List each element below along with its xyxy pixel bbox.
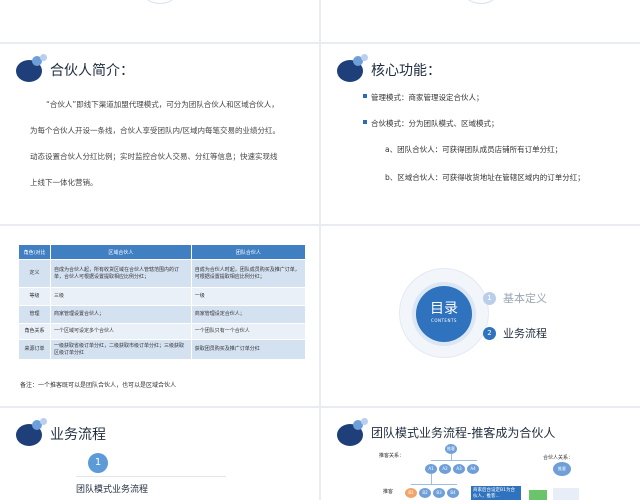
intro-paragraph: 为每个合伙人开设一条线，合伙人享受团队内/区域内每笔交易的业绩分红。 (30, 126, 281, 135)
slide-title: 核心功能： (371, 63, 441, 79)
step-title: 团队模式业务流程 (76, 485, 149, 495)
table-row: 角色关系 一个区域可设定多个合伙人 一个团队只有一个合伙人 (18, 323, 307, 340)
slide-title: 团队模式业务流程-推客成为合伙人 (371, 426, 556, 440)
flow-node-a2: A2 (439, 464, 451, 474)
table-cell: 获取团员购买及推广订单分红 (190, 339, 307, 360)
connector-line (411, 484, 457, 485)
slide-top-left (0, 0, 319, 42)
list-item: 管理模式：商家管理设定合伙人； (363, 92, 633, 103)
sub-item: b、区域合伙人：可获得收货地址在管辖区域内的订单分红； (385, 173, 585, 182)
step-number-badge: 1 (88, 453, 108, 473)
flow-node-a3: A3 (453, 464, 465, 474)
comparison-table: 角色\对比 区域合伙人 团队合伙人 定义 自成为合伙人起，所有收货区域在合伙人管… (18, 244, 307, 360)
sub-item: a、团队合伙人：可获得团队成员店铺所有订单分红； (385, 145, 563, 154)
table-cell: 自成为合伙人起，所有收货区域在合伙人管辖范围内的订单，合伙人可根据设置提取相应比… (50, 259, 192, 288)
flow-node-b4: B4 (447, 488, 459, 498)
table-cell: 一级获取省级订单分红，二级获取市级订单分红；三级获取区级订单分红 (50, 339, 192, 360)
intro-paragraph: 动态设置合伙人分红比例；实时监控合伙人交易、分红等信息；快速实现线 (30, 152, 278, 161)
slide-title: 业务流程 (50, 427, 106, 443)
slide-contents[interactable]: 目录 CONTENTS 1 基本定义 2 业务流程 (321, 226, 640, 406)
flow-node-a1: A1 (425, 464, 437, 474)
row-header: 来源订单 (18, 339, 51, 360)
slide-business-process[interactable]: 业务流程 1 团队模式业务流程 (0, 408, 319, 500)
table-header: 角色\对比 (18, 244, 51, 260)
bubbles-icon (16, 54, 48, 84)
bubbles-icon (16, 418, 48, 448)
flow-label-partner: 合伙人关系： (543, 455, 574, 461)
flow-node-b3: B3 (433, 488, 445, 498)
connector-line (431, 460, 477, 461)
bubbles-icon (337, 54, 369, 84)
table-header: 团队合伙人 (190, 244, 307, 260)
slide-partner-intro[interactable]: 合伙人简介： “合伙人”即线下渠道加盟代理模式，可分为团队合伙人和区域合伙人， … (0, 44, 319, 224)
toc-item-business-process[interactable]: 2 业务流程 (483, 325, 547, 341)
square-bullet-icon (363, 120, 367, 124)
intro-body: “合伙人”即线下渠道加盟代理模式，可分为团队合伙人和区域合伙人， 为每个合伙人开… (30, 92, 305, 196)
flow-node-b2: B2 (419, 488, 431, 498)
slide-comparison-table[interactable]: 角色\对比 区域合伙人 团队合伙人 定义 自成为合伙人起，所有收货区域在合伙人管… (0, 226, 319, 406)
partner-node: 推客 (553, 462, 571, 476)
table-cell: 一级 (190, 287, 307, 306)
arrow-right-icon (529, 490, 547, 500)
table-note: 备注：一个推客既可以是团队合伙人，也可以是区域合伙人 (20, 382, 177, 389)
slide-top-right (321, 0, 640, 42)
table-cell: 一个区域可设定多个合伙人 (50, 323, 192, 340)
connector-line (431, 474, 432, 484)
row-header: 定义 (18, 259, 51, 288)
table-cell: 商家管理设定合伙人； (190, 305, 307, 324)
flow-node-root: 推客 (445, 444, 457, 454)
flow-note-box: 商家后台设定B1为合伙人，推客... (471, 486, 521, 500)
list-item: 合伙模式：分为团队模式、区域模式； (363, 118, 633, 129)
row-header: 等级 (18, 287, 51, 306)
divider (76, 476, 226, 477)
contents-title: 目录 (430, 301, 458, 317)
slide-team-flow[interactable]: 团队模式业务流程-推客成为合伙人 推客关系： 合伙人关系： 推客 A1 A2 A… (321, 408, 640, 500)
decorative-circle (461, 0, 501, 4)
slide-title: 合伙人简介： (50, 63, 134, 79)
bubbles-icon (337, 418, 369, 448)
table-cell: 三级 (50, 287, 192, 306)
flow-node-a4: A4 (467, 464, 479, 474)
contents-badge: 目录 CONTENTS (416, 286, 472, 342)
toc-label: 业务流程 (503, 327, 547, 340)
table-row: 等级 三级 一级 (18, 287, 307, 306)
table-row: 来源订单 一级获取省级订单分红，二级获取市级订单分红；三级获取区级订单分红 获取… (18, 339, 307, 360)
intro-paragraph: “合伙人”即线下渠道加盟代理模式，可分为团队合伙人和区域合伙人， (46, 100, 279, 109)
contents-subtitle: CONTENTS (431, 318, 457, 323)
flow-node-b1: B1 (405, 488, 417, 498)
slide-core-functions[interactable]: 核心功能： 管理模式：商家管理设定合伙人； 合伙模式：分为团队模式、区域模式； … (321, 44, 640, 224)
table-cell: 商家管理设置合伙人； (50, 305, 192, 324)
table-header: 区域合伙人 (50, 244, 192, 260)
table-cell: 一个团队只有一个合伙人 (190, 323, 307, 340)
list-item-text: 合伙模式：分为团队模式、区域模式； (371, 119, 499, 128)
toc-number: 2 (483, 326, 496, 340)
toc-item-basic-definition[interactable]: 1 基本定义 (483, 290, 547, 306)
table-cell: 自成为合伙人时起，团队成员购买及推广订单，可根据设置提取相应比例分红； (190, 259, 307, 288)
list-item-text: 管理模式：商家管理设定合伙人； (371, 93, 484, 102)
intro-paragraph: 上线下一体化营销。 (30, 178, 98, 187)
square-bullet-icon (363, 94, 367, 98)
table-row: 管理 商家管理设置合伙人； 商家管理设定合伙人； (18, 305, 307, 324)
table-row: 定义 自成为合伙人起，所有收货区域在合伙人管辖范围内的订单，合伙人可根据设置提取… (18, 259, 307, 288)
row-header: 管理 (18, 305, 51, 324)
toc-label: 基本定义 (503, 292, 547, 305)
function-list: 管理模式：商家管理设定合伙人； 合伙模式：分为团队模式、区域模式； a、团队合伙… (363, 92, 633, 200)
flow-label-referral: 推客关系： (379, 453, 405, 459)
flow-side-label: 推客 (383, 489, 394, 495)
toc-number: 1 (483, 291, 496, 305)
decorative-circle (140, 0, 180, 4)
partner-bar (553, 488, 579, 500)
row-header: 角色关系 (18, 323, 51, 340)
